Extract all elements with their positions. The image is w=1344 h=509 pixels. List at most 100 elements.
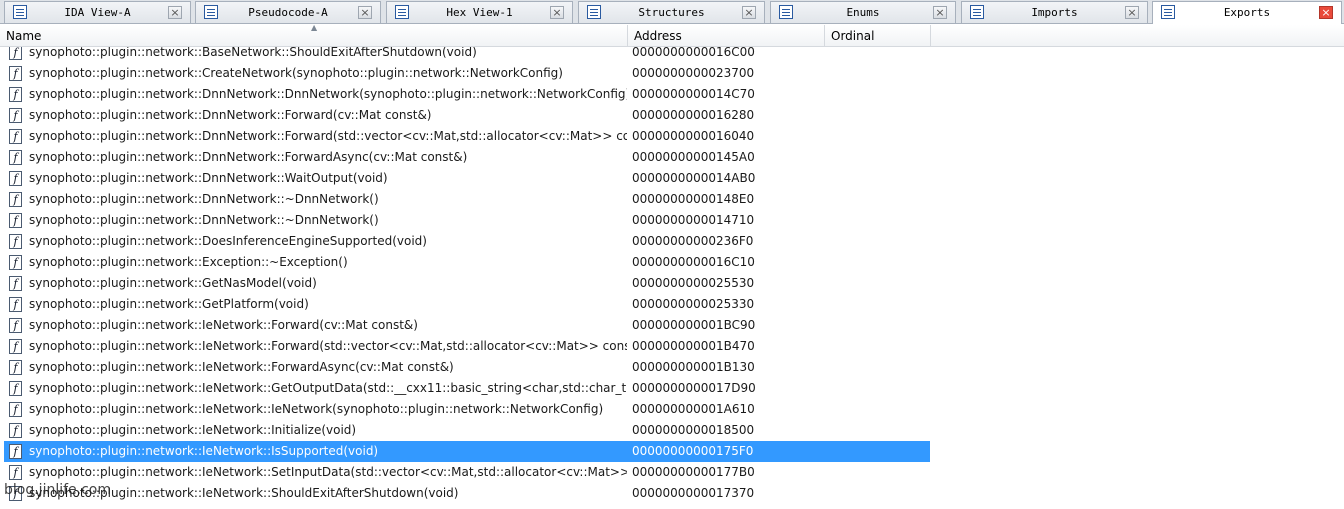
export-address: 00000000000148E0 — [632, 192, 755, 206]
function-icon: f — [9, 276, 22, 291]
export-address: 0000000000016C10 — [632, 255, 755, 269]
tab-hex-view-1[interactable]: Hex View-1 × — [386, 1, 573, 23]
tab-label: Imports — [1031, 6, 1078, 19]
export-name: synophoto::plugin::network::CreateNetwor… — [29, 66, 563, 80]
export-name: synophoto::plugin::network::DnnNetwork::… — [29, 108, 432, 122]
table-row[interactable]: f synophoto::plugin::network::GetPlatform… — [4, 294, 930, 315]
export-address: 0000000000018500 — [632, 423, 755, 437]
export-address: 000000000001B470 — [632, 339, 755, 353]
function-icon: f — [9, 234, 22, 249]
function-icon: f — [9, 108, 22, 123]
exports-icon — [1161, 5, 1175, 19]
tab-ida-view-a[interactable]: IDA View-A × — [4, 1, 191, 23]
column-header-ordinal[interactable]: Ordinal — [825, 25, 931, 47]
table-row[interactable]: f synophoto::plugin::network::CreateNetwo… — [4, 63, 930, 84]
export-address: 00000000000236F0 — [632, 234, 754, 248]
export-address: 000000000001A610 — [632, 402, 755, 416]
function-icon: f — [9, 402, 22, 417]
table-row[interactable]: f synophoto::plugin::network::DnnNetwork:… — [4, 84, 930, 105]
export-name: synophoto::plugin::network::Exception::~… — [29, 255, 348, 269]
tab-label: Structures — [638, 6, 705, 19]
table-row[interactable]: f synophoto::plugin::network::BaseNetwork… — [4, 47, 930, 63]
close-icon[interactable]: × — [358, 6, 372, 19]
export-address: 00000000000175F0 — [632, 444, 754, 458]
export-address: 00000000000177B0 — [632, 465, 755, 479]
close-icon[interactable]: × — [933, 6, 947, 19]
column-ordinal-label: Ordinal — [831, 29, 875, 43]
function-icon: f — [9, 213, 22, 228]
function-icon: f — [9, 465, 22, 480]
export-address: 000000000001BC90 — [632, 318, 756, 332]
export-name: synophoto::plugin::network::DnnNetwork::… — [29, 150, 468, 164]
function-icon: f — [9, 255, 22, 270]
table-row[interactable]: f synophoto::plugin::network::IeNetwork::… — [4, 441, 930, 462]
table-row[interactable]: f synophoto::plugin::network::IeNetwork::… — [4, 420, 930, 441]
table-row[interactable]: f synophoto::plugin::network::DnnNetwork:… — [4, 168, 930, 189]
tab-structures[interactable]: Structures × — [578, 1, 765, 23]
exports-list[interactable]: f synophoto::plugin::network::BaseNetwork… — [0, 47, 1344, 509]
export-name: synophoto::plugin::network::GetPlatform(… — [29, 297, 309, 311]
function-icon: f — [9, 129, 22, 144]
close-icon[interactable]: × — [550, 6, 564, 19]
enums-icon — [779, 5, 793, 19]
export-name: synophoto::plugin::network::IeNetwork::S… — [29, 486, 459, 500]
export-address: 0000000000016040 — [632, 129, 755, 143]
close-icon[interactable]: × — [1125, 6, 1139, 19]
export-name: synophoto::plugin::network::GetNasModel(… — [29, 276, 317, 290]
export-address: 0000000000025330 — [632, 297, 755, 311]
table-row[interactable]: f synophoto::plugin::network::GetNasModel… — [4, 273, 930, 294]
function-icon: f — [9, 66, 22, 81]
export-address: 0000000000016C00 — [632, 47, 755, 59]
export-name: synophoto::plugin::network::IeNetwork::I… — [29, 444, 379, 458]
table-row[interactable]: f synophoto::plugin::network::IeNetwork::… — [4, 336, 930, 357]
function-icon: f — [9, 360, 22, 375]
export-address: 0000000000017370 — [632, 486, 755, 500]
tab-imports[interactable]: Imports × — [961, 1, 1148, 23]
function-icon: f — [9, 339, 22, 354]
export-address: 0000000000025530 — [632, 276, 755, 290]
column-header: Name ▲ Address Ordinal — [0, 23, 1344, 47]
tab-pseudocode-a[interactable]: Pseudocode-A × — [195, 1, 381, 23]
table-row[interactable]: f synophoto::plugin::network::IeNetwork::… — [4, 462, 930, 483]
close-icon[interactable]: × — [742, 6, 756, 19]
table-row[interactable]: f synophoto::plugin::network::DnnNetwork:… — [4, 147, 930, 168]
function-icon: f — [9, 171, 22, 186]
function-icon: f — [9, 87, 22, 102]
table-row[interactable]: f synophoto::plugin::network::IeNetwork::… — [4, 357, 930, 378]
table-row[interactable]: f synophoto::plugin::network::Exception::… — [4, 252, 930, 273]
function-icon: f — [9, 297, 22, 312]
export-name: synophoto::plugin::network::BaseNetwork:… — [29, 47, 477, 59]
table-row[interactable]: f synophoto::plugin::network::DnnNetwork:… — [4, 189, 930, 210]
column-address-label: Address — [634, 29, 682, 43]
tab-enums[interactable]: Enums × — [770, 1, 956, 23]
imports-icon — [970, 5, 984, 19]
tab-label: IDA View-A — [64, 6, 131, 19]
column-header-address[interactable]: Address — [628, 25, 825, 47]
export-address: 0000000000014C70 — [632, 87, 755, 101]
table-row[interactable]: f synophoto::plugin::network::DnnNetwork:… — [4, 210, 930, 231]
export-address: 0000000000014710 — [632, 213, 755, 227]
export-name: synophoto::plugin::network::DnnNetwork::… — [29, 129, 627, 143]
table-row[interactable]: f synophoto::plugin::network::DoesInferen… — [4, 231, 930, 252]
table-row[interactable]: f synophoto::plugin::network::IeNetwork::… — [4, 399, 930, 420]
table-row[interactable]: f synophoto::plugin::network::DnnNetwork:… — [4, 105, 930, 126]
table-row[interactable]: f synophoto::plugin::network::IeNetwork::… — [4, 315, 930, 336]
column-header-name[interactable]: Name ▲ — [0, 23, 628, 47]
ida-view-icon — [13, 5, 27, 19]
function-icon: f — [9, 423, 22, 438]
hex-view-icon — [395, 5, 409, 19]
column-name-label: Name — [6, 29, 42, 43]
export-address: 0000000000023700 — [632, 66, 755, 80]
sort-ascending-icon: ▲ — [311, 23, 318, 32]
table-row[interactable]: f synophoto::plugin::network::IeNetwork::… — [4, 483, 930, 504]
table-row[interactable]: f synophoto::plugin::network::IeNetwork::… — [4, 378, 930, 399]
table-row[interactable]: f synophoto::plugin::network::DnnNetwork:… — [4, 126, 930, 147]
tab-exports[interactable]: Exports × — [1152, 1, 1342, 24]
pseudocode-icon — [204, 5, 218, 19]
export-name: synophoto::plugin::network::IeNetwork::I… — [29, 402, 604, 416]
close-icon[interactable]: × — [168, 6, 182, 19]
function-icon: f — [9, 192, 22, 207]
function-icon: f — [9, 381, 22, 396]
close-icon[interactable]: × — [1319, 6, 1333, 19]
function-icon: f — [9, 318, 22, 333]
